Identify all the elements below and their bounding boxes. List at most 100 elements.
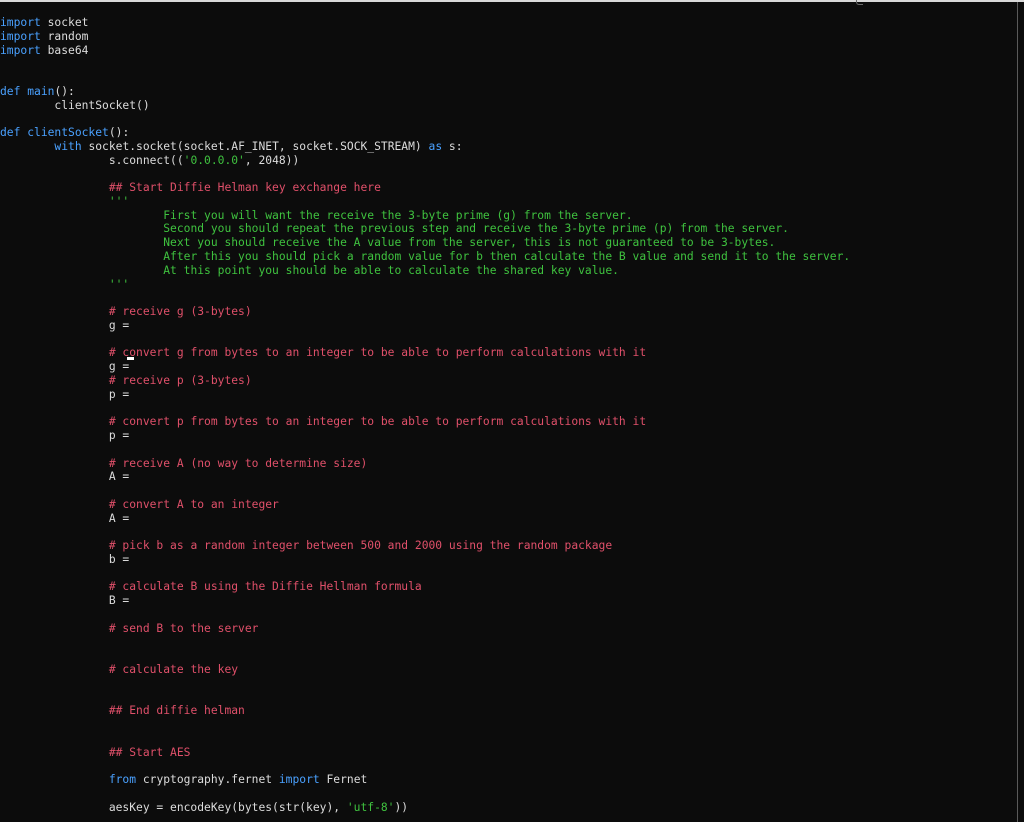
comment-token: # receive A (no way to determine size) (108, 456, 368, 470)
code-line: p = (0, 388, 850, 402)
docstring-token: After this you should pick a random valu… (163, 250, 851, 264)
code-token: A = (0, 511, 130, 525)
code-token: socket.socket(socket.AF_INET, socket.SOC… (81, 139, 429, 153)
code-line: import socket (0, 16, 850, 30)
function-name-token: main (27, 84, 55, 98)
code-token: socket (40, 16, 89, 29)
comment-token: # convert p from bytes to an integer to … (108, 415, 647, 429)
docstring-token: Second you should repeat the previous st… (163, 222, 789, 236)
keyword-token: with (54, 139, 82, 153)
code-token: Fernet (319, 773, 368, 787)
code-line: p = (0, 429, 850, 443)
code-line: After this you should pick a random valu… (0, 250, 850, 264)
docstring-token: ''' (108, 194, 130, 208)
function-name-token: clientSocket (27, 126, 109, 140)
code-line: A = (0, 512, 850, 526)
code-token: (): (108, 126, 130, 140)
code-line: ## End diffie helman (0, 704, 850, 718)
comment-token: # send B to the server (108, 621, 259, 635)
code-line: # calculate the key (0, 663, 850, 677)
editor-right-border (1017, 2, 1018, 822)
keyword-token: import (0, 16, 41, 29)
code-editor[interactable]: import socket import random import base64 d… (0, 0, 1024, 822)
window-top-border (0, 0, 1024, 2)
code-line: A = (0, 470, 850, 484)
code-line: First you will want the receive the 3-by… (0, 209, 850, 223)
code-line: def main(): (0, 85, 850, 99)
code-line: ## Start AES (0, 746, 850, 760)
keyword-token: import (0, 29, 41, 43)
comment-token: # convert A to an integer (108, 497, 279, 511)
code-line: ''' (0, 278, 850, 292)
docstring-token: First you will want the receive the 3-by… (163, 208, 633, 222)
text-cursor (127, 357, 134, 360)
code-line: ## Start Diffie Helman key exchange here (0, 181, 850, 195)
code-token: cryptography.fernet (136, 773, 279, 787)
code-line: from cryptography.fernet import Fernet (0, 773, 850, 787)
code-line: # convert A to an integer (0, 498, 850, 512)
code-line: b = (0, 553, 850, 567)
code-line: import random (0, 30, 850, 44)
comment-token: ## Start Diffie Helman key exchange here (108, 181, 381, 195)
docstring-token: At this point you should be able to calc… (163, 263, 619, 277)
docstring-token: Next you should receive the A value from… (163, 236, 776, 250)
code-line: g = (0, 319, 850, 333)
code-line: import base64 (0, 44, 850, 58)
keyword-token: import (0, 43, 41, 57)
code-token: b = (0, 552, 130, 566)
code-token: p = (0, 428, 130, 442)
code-token: A = (0, 470, 130, 484)
code-line: s.connect(('0.0.0.0', 2048)) (0, 154, 850, 168)
code-line: aesKey = encodeKey(bytes(str(key), 'utf-… (0, 801, 850, 815)
comment-token: # convert g from bytes to an integer to … (108, 346, 647, 360)
code-text[interactable]: import socket import random import base64 d… (0, 16, 850, 814)
code-line: ''' (0, 195, 850, 209)
code-line: clientSocket() (0, 99, 850, 113)
keyword-token: def (0, 126, 21, 140)
keyword-token: as (428, 139, 443, 153)
code-token: base64 (40, 43, 89, 57)
code-token: g = (0, 318, 130, 332)
docstring-token: ''' (108, 277, 130, 291)
code-line: # receive A (no way to determine size) (0, 457, 850, 471)
code-line: def clientSocket(): (0, 126, 850, 140)
code-line: # convert p from bytes to an integer to … (0, 415, 850, 429)
keyword-token: import (278, 773, 320, 787)
code-token: g = (0, 360, 130, 374)
comment-token: ## End diffie helman (108, 704, 245, 718)
code-token: s: (442, 139, 463, 153)
comment-token: # receive g (3-bytes) (108, 305, 252, 319)
code-token: B = (0, 594, 130, 608)
window-corner-mark (856, 0, 863, 5)
comment-token: # calculate the key (108, 662, 239, 676)
